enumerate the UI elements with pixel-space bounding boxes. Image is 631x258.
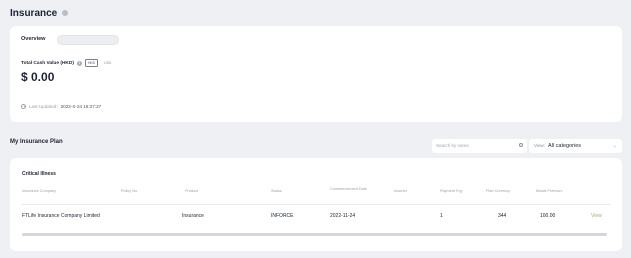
overview-title: Overview [21, 36, 46, 42]
section-title: Critical Illness [22, 171, 56, 177]
last-updated: Last Updated: 2022-X-24 18:27:27 [21, 104, 101, 109]
cell-product: Insurance [182, 213, 204, 219]
view-link[interactable]: View [591, 213, 602, 220]
column-header-modal-premium: Modal Premium [536, 189, 563, 193]
page-title: Insurance [10, 7, 58, 19]
info-icon[interactable]: i [76, 60, 82, 66]
cell-commencement-date: 2022-11-24 [330, 213, 356, 219]
cell-status: INFORCE [271, 213, 294, 219]
cash-value-header: Total Cash Value (HKD) i HKD USD [21, 59, 114, 67]
clock-icon [21, 104, 26, 109]
plan-table-card: Critical Illness Insurance Company Polic… [10, 158, 622, 251]
horizontal-scrollbar[interactable] [22, 233, 607, 236]
view-category-select[interactable]: View: All categories ⌄ [529, 139, 622, 153]
overview-placeholder-pill [57, 35, 119, 45]
last-updated-value: 2022-X-24 18:27:27 [60, 104, 102, 109]
info-icon[interactable] [62, 10, 69, 16]
cell-plan-currency: 344 [498, 213, 507, 219]
view-label: View: [534, 143, 546, 148]
page-header: Insurance [10, 6, 69, 20]
currency-toggle-hkd[interactable]: HKD [84, 59, 99, 67]
column-header-insured: Insured [394, 189, 407, 193]
last-updated-label: Last Updated: [29, 104, 58, 109]
cell-modal-premium: 100.00 [540, 213, 556, 219]
cell-payment-freq: 1 [440, 213, 443, 219]
chevron-down-icon: ⌄ [612, 143, 617, 149]
view-selected-value: All categories [548, 142, 582, 149]
column-header-payment-freq: Payment Fqy [440, 189, 463, 193]
column-header-commencement-date: Commencement Date [330, 187, 367, 191]
column-header-product: Product [185, 189, 199, 193]
cell-company: FTLife Insurance Company Limited [22, 213, 100, 219]
search-placeholder: Search by name [436, 143, 469, 148]
header-divider [22, 204, 610, 205]
column-header-status: Status [271, 189, 282, 193]
column-header-plan-currency: Plan Currency [486, 189, 511, 193]
overview-card: Overview Total Cash Value (HKD) i HKD US… [10, 26, 622, 122]
search-input[interactable]: Search by name [432, 139, 527, 153]
insurance-plan-title: My Insurance Plan [10, 139, 63, 145]
search-icon[interactable] [519, 143, 523, 147]
column-header-company: Insurance Company [22, 189, 56, 193]
column-header-policy-no: Policy No. [121, 189, 139, 193]
total-cash-label: Total Cash Value (HKD) [21, 60, 74, 66]
currency-toggle-usd[interactable]: USD [101, 59, 114, 67]
total-cash-value: $ 0.00 [21, 70, 55, 84]
